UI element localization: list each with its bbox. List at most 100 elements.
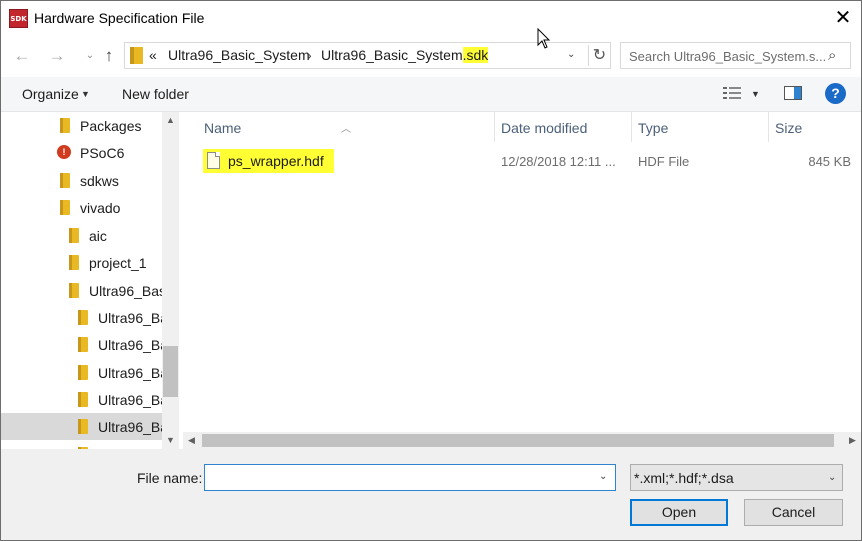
nav-item-label: Ultra96_Ba (98, 365, 162, 381)
file-type-filter[interactable]: *.xml;*.hdf;*.dsa ⌄ (630, 464, 843, 491)
chevron-right-icon[interactable]: › (307, 47, 312, 63)
folder-icon (78, 310, 88, 325)
file-row[interactable]: ps_wrapper.hdf 12/28/2018 12:11 ... HDF … (183, 149, 861, 173)
nav-item-label: project_1 (89, 255, 147, 271)
sort-ascending-icon: ︿ (341, 124, 351, 135)
command-bar: Organize ▼ New folder ▼ (1, 77, 861, 112)
file-name: ps_wrapper.hdf (228, 153, 324, 169)
scrollbar-thumb[interactable] (202, 434, 834, 447)
nav-item-aic[interactable]: aic (1, 222, 162, 249)
scroll-left-icon[interactable]: ◀ (183, 432, 200, 449)
view-options-icon[interactable] (723, 86, 741, 100)
window-title: Hardware Specification File (34, 10, 205, 26)
folder-icon (78, 419, 88, 434)
mouse-cursor-icon (537, 28, 551, 49)
nav-item-project-1[interactable]: project_1 (1, 249, 162, 276)
column-header-label: Date modified (501, 120, 588, 136)
nav-pane-scrollbar[interactable]: ▲ ▼ (162, 112, 179, 449)
nav-item-label: Ultra96_Ba (98, 337, 162, 353)
close-button[interactable]: ✕ (827, 3, 859, 33)
nav-item-label: vivado (80, 200, 121, 216)
bottom-panel: File name: ⌄ *.xml;*.hdf;*.dsa ⌄ Open Ca… (1, 449, 861, 540)
column-header-type[interactable]: Type (632, 112, 768, 142)
file-type-filter-value: *.xml;*.hdf;*.dsa (634, 470, 734, 486)
title-bar: SDK Hardware Specification File ✕ (1, 1, 861, 35)
folder-icon (60, 118, 70, 133)
nav-item-label: sdkws (80, 173, 119, 189)
chevron-down-icon[interactable]: ⌄ (599, 471, 607, 482)
address-segment-system[interactable]: Ultra96_Basic_System (168, 47, 310, 63)
file-date: 12/28/2018 12:11 ... (501, 154, 616, 169)
nav-item-ultra96-sub[interactable]: Ultra96_Ba (1, 386, 162, 413)
file-icon (207, 152, 220, 169)
nav-item-psoc6[interactable]: ! PSoC6 (1, 139, 162, 166)
nav-item-label: aic (89, 228, 107, 244)
nav-item-ultra96-basic[interactable]: Ultra96_Basi (1, 277, 162, 304)
file-dialog: SDK Hardware Specification File ✕ ← → ⌄ … (0, 0, 862, 541)
column-header-label: Type (638, 120, 669, 136)
folder-icon (78, 392, 88, 407)
nav-item-label: PSoC6 (80, 145, 125, 161)
nav-item-label: Packages (80, 118, 142, 134)
chevron-down-icon[interactable]: ⌄ (828, 472, 836, 483)
folder-icon (69, 228, 79, 243)
forward-arrow-icon[interactable]: → (46, 45, 68, 67)
column-header-label: Name (204, 120, 242, 136)
nav-item-ultra96-sub[interactable]: Ultra96_Ba (1, 304, 162, 331)
nav-item-ultra96-sub[interactable]: Ultra96_Ba (1, 359, 162, 386)
address-segment-sdk[interactable]: Ultra96_Basic_System.sdk (321, 47, 489, 63)
nav-item-label: Ultra96_Basi (89, 283, 162, 299)
folder-icon (78, 365, 88, 380)
navigation-pane: Packages ! PSoC6 sdkws vivado aic projec… (1, 112, 179, 449)
search-icon[interactable]: ⌕ (828, 47, 836, 64)
folder-icon (130, 47, 143, 64)
file-name-input[interactable] (204, 464, 616, 491)
folder-icon (78, 337, 88, 352)
organize-button[interactable]: Organize (22, 86, 79, 102)
folder-icon (69, 283, 79, 298)
back-arrow-icon[interactable]: ← (11, 45, 33, 67)
chevron-down-icon[interactable]: ⌄ (567, 49, 575, 60)
help-icon[interactable]: ? (825, 83, 846, 104)
column-header-date[interactable]: Date modified (495, 112, 631, 142)
sdk-app-icon: SDK (9, 9, 28, 28)
file-type: HDF File (638, 154, 690, 169)
scroll-up-icon[interactable]: ▲ (162, 112, 179, 129)
scrollbar-thumb[interactable] (163, 346, 178, 397)
search-placeholder: Search Ultra96_Basic_System.s... (629, 49, 827, 64)
column-header-size[interactable]: Size (769, 112, 861, 142)
caret-down-icon[interactable]: ▼ (81, 89, 90, 99)
psoc-icon: ! (57, 145, 71, 159)
nav-item-vivado[interactable]: vivado (1, 194, 162, 221)
nav-item-sdkws[interactable]: sdkws (1, 167, 162, 194)
nav-item-label: Ultra96_Ba (98, 392, 162, 408)
folder-icon (60, 200, 70, 215)
caret-down-icon[interactable]: ▼ (751, 89, 760, 99)
folder-icon (60, 173, 70, 188)
nav-item-partial[interactable] (1, 441, 162, 449)
nav-item-label: Ultra96_Ba (98, 310, 162, 326)
file-name-label: File name: (137, 470, 203, 486)
address-segment-sdk-suffix: .sdk (462, 47, 489, 63)
new-folder-button[interactable]: New folder (122, 86, 189, 102)
address-segment-sdk-base: Ultra96_Basic_System (321, 47, 463, 63)
refresh-icon[interactable]: ↻ (588, 45, 608, 66)
nav-item-ultra96-sdk-selected[interactable]: Ultra96_Ba (1, 413, 162, 440)
nav-item-label: Ultra96_Ba (98, 419, 162, 435)
preview-pane-icon[interactable] (784, 86, 802, 100)
cancel-button[interactable]: Cancel (744, 499, 843, 526)
column-header-label: Size (775, 120, 803, 136)
address-overflow[interactable]: « (149, 47, 157, 63)
search-box[interactable]: Search Ultra96_Basic_System.s... ⌕ (620, 42, 851, 69)
scroll-down-icon[interactable]: ▼ (162, 432, 179, 449)
file-size: 845 KB (808, 154, 851, 169)
folder-icon (69, 255, 79, 270)
open-button[interactable]: Open (630, 499, 728, 526)
nav-item-ultra96-sub[interactable]: Ultra96_Ba (1, 331, 162, 358)
column-header-name[interactable]: Name ︿ (183, 112, 494, 142)
file-list-scrollbar[interactable]: ◀ ▶ (183, 432, 861, 449)
nav-item-packages[interactable]: Packages (1, 112, 162, 139)
scroll-right-icon[interactable]: ▶ (844, 432, 861, 449)
file-list: Name ︿ Date modified Type Size ps_wrappe… (183, 112, 861, 449)
up-arrow-icon[interactable]: ↑ (98, 45, 120, 67)
